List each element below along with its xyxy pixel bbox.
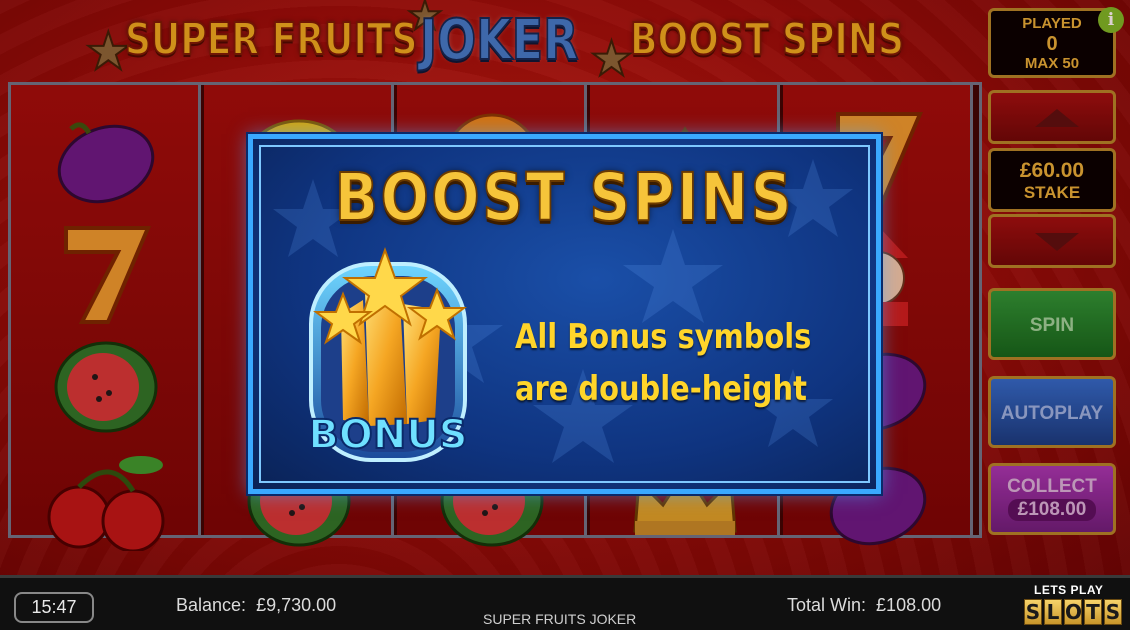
modal-message: All Bonus symbols are double-height — [515, 311, 813, 415]
info-icon[interactable]: i — [1098, 7, 1124, 33]
title-joker: JOKER — [419, 7, 579, 74]
star-icon: ★ — [589, 33, 634, 86]
balance-label: Balance: — [176, 595, 247, 615]
stake-amount: £60.00 — [1019, 159, 1085, 182]
total-win-label: Total Win: — [787, 595, 867, 615]
played-label: PLAYED — [1022, 15, 1082, 32]
autoplay-button[interactable]: AUTOPLAY — [988, 376, 1116, 448]
collect-label: COLLECT — [1007, 476, 1097, 497]
bonus-icon-label: BONUS — [308, 412, 467, 458]
modal-title: BOOST SPINS — [334, 158, 795, 237]
modal-line-1: All Bonus symbols — [515, 317, 812, 357]
collect-button[interactable]: COLLECT £108.00 — [988, 463, 1116, 535]
title-boost-spins: BOOST SPINS — [629, 13, 905, 66]
total-win: Total Win: £108.00 — [787, 595, 941, 616]
brand-letter: O — [1064, 599, 1083, 625]
arrow-up-icon — [1035, 109, 1079, 127]
title-super-fruits: SUPER FRUITS — [124, 13, 418, 66]
clock: 15:47 — [14, 592, 94, 623]
brand-letter: S — [1024, 599, 1042, 625]
brand-logo: LETS PLAY S L O T S — [1022, 583, 1126, 629]
stake-display: £60.00 STAKE — [988, 148, 1116, 212]
max-label: MAX 50 — [1024, 55, 1080, 72]
brand-letter: T — [1084, 599, 1102, 625]
cherries-icon — [26, 431, 186, 571]
balance: Balance: £9,730.00 — [176, 595, 336, 616]
played-value: 0 — [1046, 33, 1058, 55]
game-title: ★ SUPER FRUITS ★ JOKER ★ BOOST SPINS — [84, 0, 905, 86]
collect-amount: £108.00 — [1007, 499, 1097, 521]
brand-letter: S — [1104, 599, 1122, 625]
modal-line-2: are double-height — [515, 369, 807, 409]
balance-value: £9,730.00 — [256, 595, 337, 615]
stake-label: STAKE — [1023, 183, 1081, 202]
stake-up-button[interactable] — [988, 90, 1116, 144]
reel-1 — [11, 85, 201, 551]
brand-letter: L — [1044, 599, 1062, 625]
bonus-stars-icon: BONUS — [307, 247, 469, 462]
spin-button[interactable]: SPIN — [988, 288, 1116, 360]
stake-down-button[interactable] — [988, 214, 1116, 268]
played-counter: PLAYED 0 MAX 50 — [988, 8, 1116, 78]
boost-spins-modal[interactable]: BOOST SPINS BONUS All Bonus symbols are … — [248, 134, 881, 494]
arrow-down-icon — [1035, 233, 1079, 251]
brand-top-text: LETS PLAY — [1034, 583, 1104, 597]
game-area: ★ SUPER FRUITS ★ JOKER ★ BOOST SPINS PLA… — [0, 0, 1130, 575]
game-name: SUPER FRUITS JOKER — [483, 611, 637, 627]
total-win-value: £108.00 — [876, 595, 942, 615]
bottom-status-bar: 15:47 Balance: £9,730.00 SUPER FRUITS JO… — [0, 575, 1130, 630]
